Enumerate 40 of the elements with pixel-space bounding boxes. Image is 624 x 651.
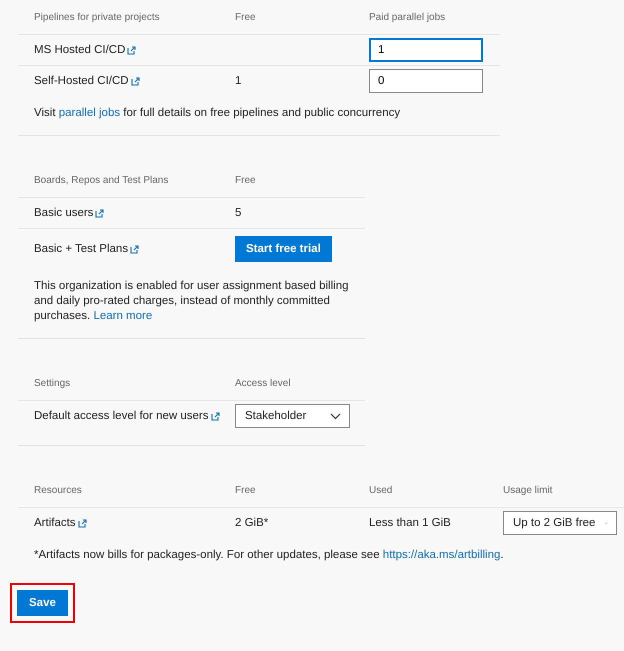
- chevron-down-icon: [330, 412, 341, 420]
- row-label: MS Hosted CI/CD: [34, 44, 126, 56]
- dropdown[interactable]: Up to 2 GiB free: [503, 511, 617, 535]
- table-cell: 1: [235, 75, 242, 87]
- column-header: Access level: [235, 378, 292, 388]
- table-cell: 5: [235, 207, 242, 219]
- start-trial-button[interactable]: Start free trial: [235, 236, 332, 262]
- input-field[interactable]: 1: [369, 38, 483, 62]
- column-header: Free: [235, 484, 257, 496]
- dropdown[interactable]: Stakeholder: [235, 404, 350, 428]
- column-header: Paid parallel jobs: [369, 12, 446, 22]
- link[interactable]: Learn more: [93, 310, 152, 322]
- external-link-icon[interactable]: [130, 76, 140, 86]
- save-button[interactable]: Save: [17, 590, 68, 616]
- note-text: This organization is enabled for user assignment based billing and daily pro-rated charges, instead of monthly committed purchases. Learn more: [34, 279, 350, 324]
- external-link-icon[interactable]: [78, 518, 87, 528]
- column-header: Boards, Repos and Test Plans: [34, 174, 170, 186]
- column-header: Pipelines for private projects: [34, 12, 161, 22]
- note-text: *Artifacts now bills for packages-only. For other updates, please see https://aka.ms/artbilling.: [34, 548, 505, 563]
- row-label: Self-Hosted CI/CD: [34, 75, 129, 87]
- column-header: Free: [235, 174, 257, 186]
- column-header: Used: [369, 484, 394, 496]
- external-link-icon[interactable]: [95, 208, 104, 218]
- external-link-icon[interactable]: [130, 244, 140, 254]
- column-header: Free: [235, 12, 257, 22]
- row-label: Basic users: [34, 207, 94, 219]
- external-link-icon[interactable]: [127, 46, 136, 54]
- column-header: Settings: [34, 378, 72, 388]
- note-text: Visit parallel jobs for full details on free pipelines and public concurrency: [34, 106, 402, 121]
- column-header: Resources: [34, 484, 83, 496]
- input-field[interactable]: 0: [369, 69, 483, 93]
- row-label: Basic + Test Plans: [34, 243, 128, 255]
- external-link-icon[interactable]: [210, 412, 220, 420]
- row-label: Artifacts: [34, 517, 76, 529]
- column-header: Usage limit: [503, 484, 554, 496]
- row-label: Default access level for new users: [34, 410, 208, 422]
- table-cell: Less than 1 GiB: [369, 517, 451, 529]
- link[interactable]: parallel jobs: [58, 107, 120, 119]
- table-cell: 2 GiB*: [235, 517, 268, 529]
- link[interactable]: https://aka.ms/artbilling: [382, 549, 500, 561]
